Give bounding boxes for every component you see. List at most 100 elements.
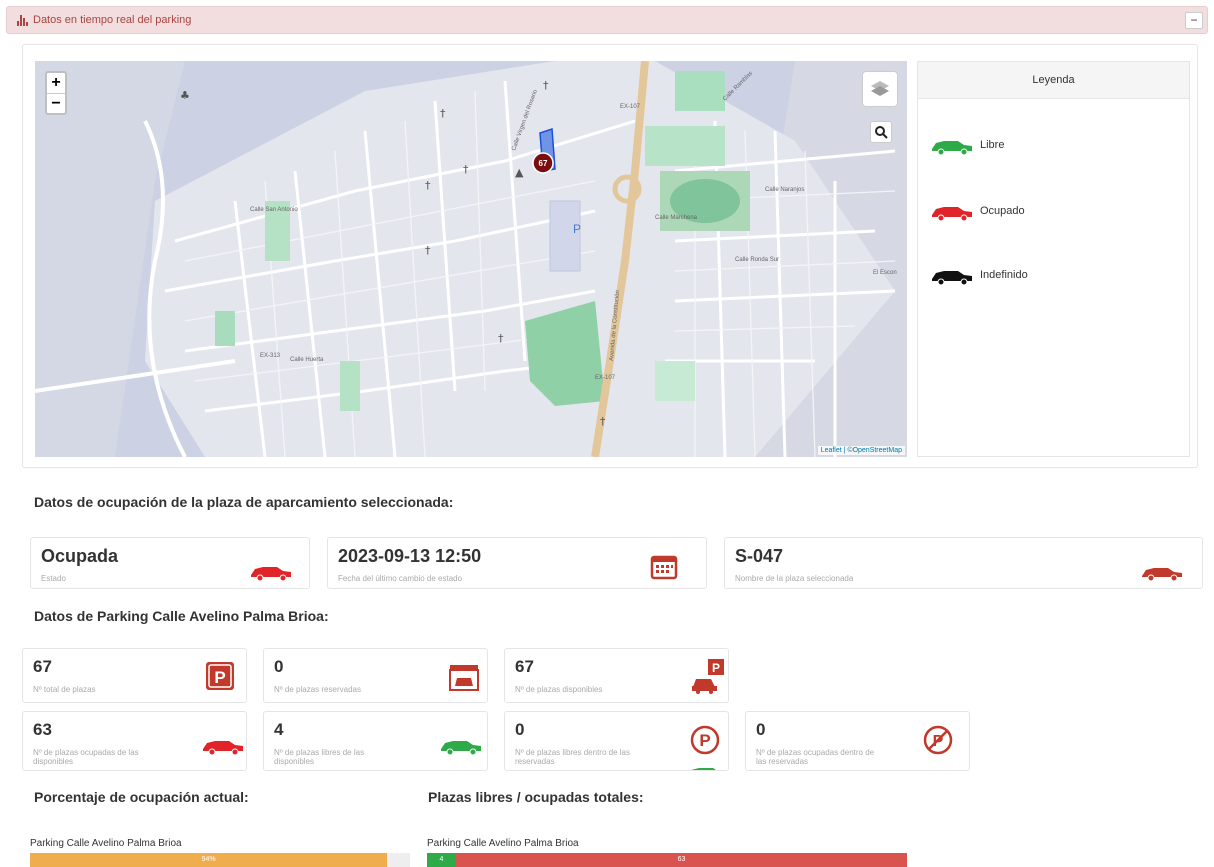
no-parking-icon: P — [923, 725, 953, 755]
bar-chart-icon — [17, 15, 29, 26]
legend-item-indefinido: Indefinido — [930, 264, 1028, 288]
street-label: EX-313 — [260, 353, 281, 359]
street-label: Calle Huerta — [290, 357, 324, 363]
svg-text:†: † — [425, 179, 431, 192]
free-count: 4 — [439, 856, 444, 863]
last-change-value: 2023-09-13 12:50 — [338, 546, 482, 566]
layers-button[interactable] — [862, 71, 898, 107]
status-card: Ocupada Estado — [30, 537, 310, 589]
green-car-icon — [691, 768, 716, 770]
status-label: Estado — [41, 574, 66, 583]
last-change-card: 2023-09-13 12:50 Fecha del último cambio… — [327, 537, 707, 589]
legend-label: Libre — [980, 139, 1005, 151]
stat-free-reserved: 0 Nº de plazas libres dentro de las rese… — [504, 711, 729, 771]
black-car-icon — [932, 271, 972, 286]
stat-value: 63 — [33, 720, 52, 739]
zoom-control: + − — [45, 71, 67, 115]
occupancy-bar-label: Parking Calle Avelino Palma Brioa — [30, 838, 182, 849]
stat-label: Nº total de plazas — [33, 685, 96, 694]
map-tiles: P ♣ † † † † † † † ▲ EX-107 EX-107 EX-313 Calle… — [35, 61, 907, 457]
legend-item-ocupado: Ocupado — [930, 200, 1025, 224]
street-label: EX-107 — [595, 375, 616, 381]
legend-panel: Leyenda Libre Ocupado Indefinido — [917, 61, 1190, 457]
green-car-icon — [932, 141, 972, 156]
legend-label: Ocupado — [980, 205, 1025, 217]
svg-text:†: † — [440, 107, 446, 120]
search-button[interactable] — [870, 121, 892, 143]
stat-label: Nº de plazas ocupadas dentro de las rese… — [756, 748, 875, 766]
stat-value: 0 — [274, 657, 284, 676]
stat-free-available: 4 Nº de plazas libres de las disponibles — [263, 711, 488, 771]
stat-occupied-reserved: 0 Nº de plazas ocupadas dentro de las re… — [745, 711, 970, 771]
parking-heading: Datos de Parking Calle Avelino Palma Bri… — [34, 608, 329, 624]
svg-text:▲: ▲ — [515, 166, 524, 179]
stat-label: Nº de plazas disponibles — [515, 685, 603, 694]
car-parking-icon: P — [692, 659, 724, 694]
marker-label: 67 — [539, 159, 548, 168]
occupied-segment: 63 — [456, 853, 907, 867]
legend-item-libre: Libre — [930, 134, 1004, 158]
layers-icon — [871, 81, 889, 96]
status-value: Ocupada — [41, 546, 119, 566]
street-label: Calle Marchena — [655, 215, 698, 221]
street-label: Calle San Antonio — [250, 207, 298, 213]
occupancy-percent: 94% — [201, 856, 216, 863]
panel-title: Datos en tiempo real del parking — [33, 14, 192, 26]
totals-bar-label: Parking Calle Avelino Palma Brioa — [427, 838, 579, 849]
spot-name-value: S-047 — [735, 546, 784, 566]
svg-text:†: † — [543, 79, 549, 92]
parking-marker[interactable]: 67 — [532, 152, 554, 174]
parking-sign-icon: P — [206, 662, 234, 690]
red-car-icon — [932, 207, 972, 222]
svg-text:♣: ♣ — [180, 89, 190, 102]
occupancy-bar-fill: 94% — [30, 853, 388, 867]
svg-text:†: † — [498, 332, 504, 345]
spot-name-card: S-047 Nombre de la plaza seleccionada — [724, 537, 1203, 589]
panel-header: Datos en tiempo real del parking − — [6, 6, 1208, 34]
stat-value: 67 — [33, 657, 52, 676]
legend-label: Indefinido — [980, 269, 1028, 281]
stat-label: Nº de plazas ocupadas de las disponibles — [33, 748, 139, 766]
svg-text:P: P — [712, 661, 720, 675]
svg-text:†: † — [425, 244, 431, 257]
zoom-in-button[interactable]: + — [47, 73, 65, 93]
stat-available: 67 Nº de plazas disponibles P — [504, 648, 729, 703]
svg-text:P: P — [699, 731, 710, 750]
stat-value: 0 — [756, 720, 766, 739]
stat-value: 67 — [515, 657, 534, 676]
car-icon — [251, 567, 291, 582]
zoom-out-button[interactable]: − — [47, 93, 65, 113]
red-car-icon — [203, 741, 243, 756]
search-icon — [875, 126, 888, 139]
stat-reserved: 0 Nº de plazas reservadas — [263, 648, 488, 703]
totals-heading: Plazas libres / ocupadas totales: — [428, 789, 644, 805]
street-label: Calle Naranjos — [765, 187, 804, 193]
collapse-button[interactable]: − — [1185, 12, 1203, 29]
parking-circle-icon: P — [690, 725, 720, 755]
legend-title: Leyenda — [918, 62, 1189, 99]
totals-bar: 4 63 — [427, 853, 907, 867]
svg-text:P: P — [214, 668, 225, 687]
svg-text:P: P — [573, 222, 581, 236]
occupancy-bar: 94% — [30, 853, 410, 867]
selected-heading: Datos de ocupación de la plaza de aparca… — [34, 494, 454, 510]
calendar-icon — [650, 555, 678, 580]
stat-occupied-available: 63 Nº de plazas ocupadas de las disponib… — [22, 711, 247, 771]
stat-label: Nº de plazas libres dentro de las reserv… — [515, 748, 630, 766]
svg-text:†: † — [600, 415, 606, 428]
last-change-label: Fecha del último cambio de estado — [338, 574, 463, 583]
street-label: EX-107 — [620, 104, 641, 110]
map-attribution[interactable]: Leaflet | ©OpenStreetMap — [817, 446, 905, 455]
street-label: Calle Ronda Sur — [735, 257, 779, 263]
occupancy-heading: Porcentaje de ocupación actual: — [34, 789, 249, 805]
map-view[interactable]: P ♣ † † † † † † † ▲ EX-107 EX-107 EX-313 Calle… — [35, 61, 907, 457]
stat-label: Nº de plazas libres de las disponibles — [274, 748, 365, 766]
occupied-count: 63 — [677, 856, 686, 863]
stat-value: 4 — [274, 720, 284, 739]
stat-total: 67 Nº total de plazas P — [22, 648, 247, 703]
green-car-icon — [441, 741, 481, 756]
svg-text:†: † — [463, 163, 469, 176]
garage-icon — [449, 665, 479, 691]
free-segment: 4 — [427, 853, 456, 867]
spot-name-label: Nombre de la plaza seleccionada — [735, 574, 854, 583]
